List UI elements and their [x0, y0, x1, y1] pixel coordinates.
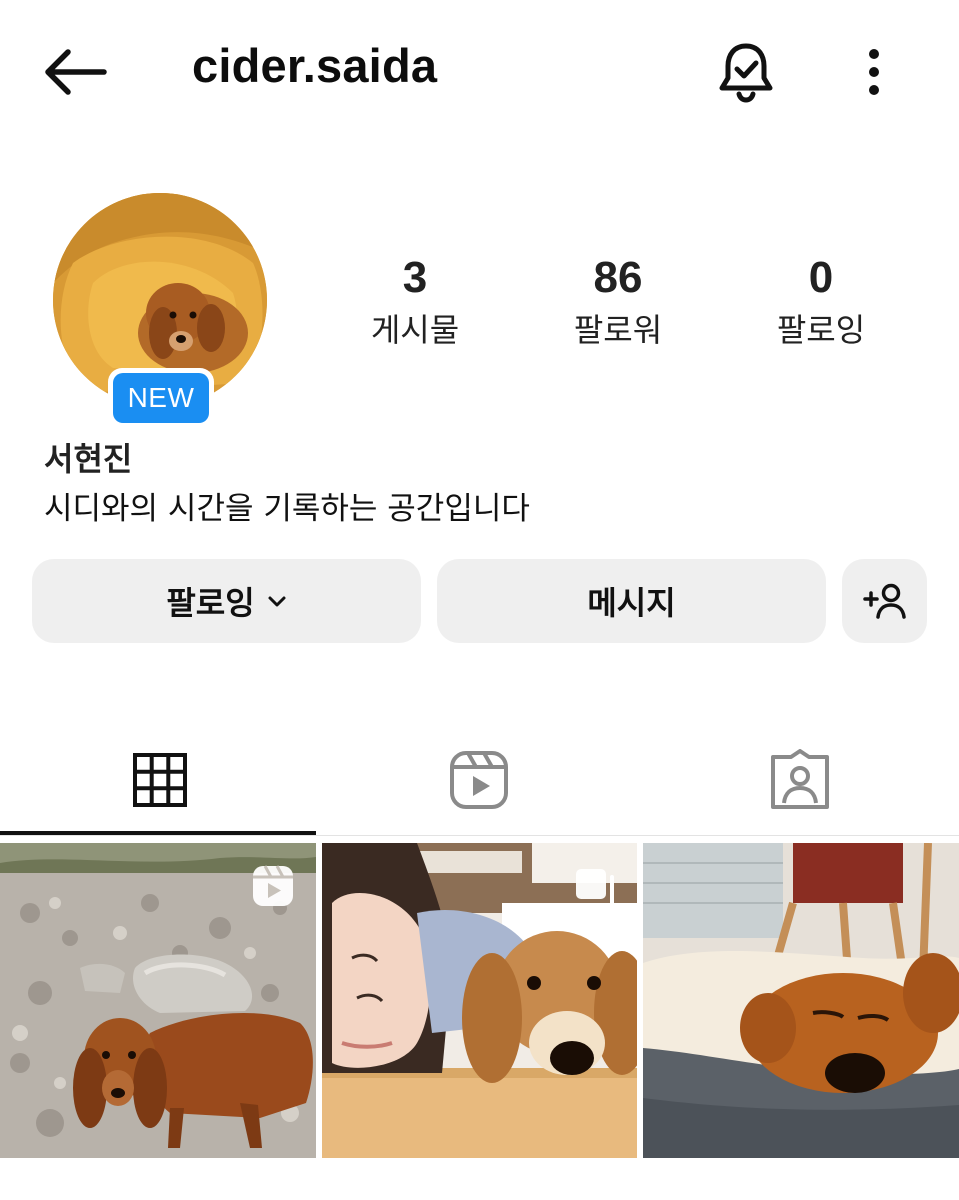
carousel-overlay-icon — [576, 869, 614, 909]
post-image — [643, 843, 959, 1158]
tab-grid[interactable] — [0, 730, 319, 830]
grid-icon — [132, 753, 187, 807]
reels-icon — [449, 751, 508, 809]
new-badge-label: NEW — [113, 373, 209, 423]
stat-posts[interactable]: 3 게시물 — [325, 252, 505, 350]
post-thumbnail-2[interactable] — [322, 843, 637, 1158]
stat-value: 3 — [402, 253, 428, 302]
stat-label: 팔로워 — [573, 311, 663, 349]
stat-value: 86 — [593, 253, 643, 302]
tab-reels[interactable] — [319, 730, 638, 830]
post-thumbnail-1[interactable] — [0, 843, 316, 1158]
arrow-left-icon — [45, 49, 107, 95]
more-options-button[interactable] — [855, 44, 893, 100]
following-label: 팔로잉 — [166, 584, 255, 622]
bell-check-icon — [719, 43, 773, 103]
chevron-down-icon — [268, 596, 286, 607]
stat-label: 게시물 — [370, 311, 460, 349]
reel-overlay-icon — [253, 865, 293, 906]
stat-following[interactable]: 0 팔로잉 — [731, 252, 911, 350]
back-button[interactable] — [40, 44, 110, 100]
tab-divider — [0, 835, 959, 836]
stat-followers[interactable]: 86 팔로워 — [528, 252, 708, 350]
add-person-icon — [862, 583, 906, 619]
message-label: 메시지 — [587, 584, 676, 622]
new-badge: NEW — [108, 368, 214, 428]
display-name: 서현진 — [44, 440, 133, 478]
top-bar: cider.saida — [0, 0, 959, 140]
message-button[interactable]: 메시지 — [437, 559, 826, 643]
bio-text: 시디와의 시간을 기록하는 공간입니다 — [44, 491, 530, 527]
notifications-button[interactable] — [714, 40, 778, 104]
more-vertical-icon — [869, 49, 879, 95]
following-button[interactable]: 팔로잉 — [32, 559, 421, 643]
add-user-button[interactable] — [842, 559, 927, 643]
stat-label: 팔로잉 — [776, 311, 866, 349]
tagged-icon — [770, 749, 829, 809]
profile-username: cider.saida — [192, 39, 438, 92]
post-thumbnail-3[interactable] — [643, 843, 959, 1158]
tab-tagged[interactable] — [640, 730, 959, 830]
stat-value: 0 — [808, 253, 834, 302]
